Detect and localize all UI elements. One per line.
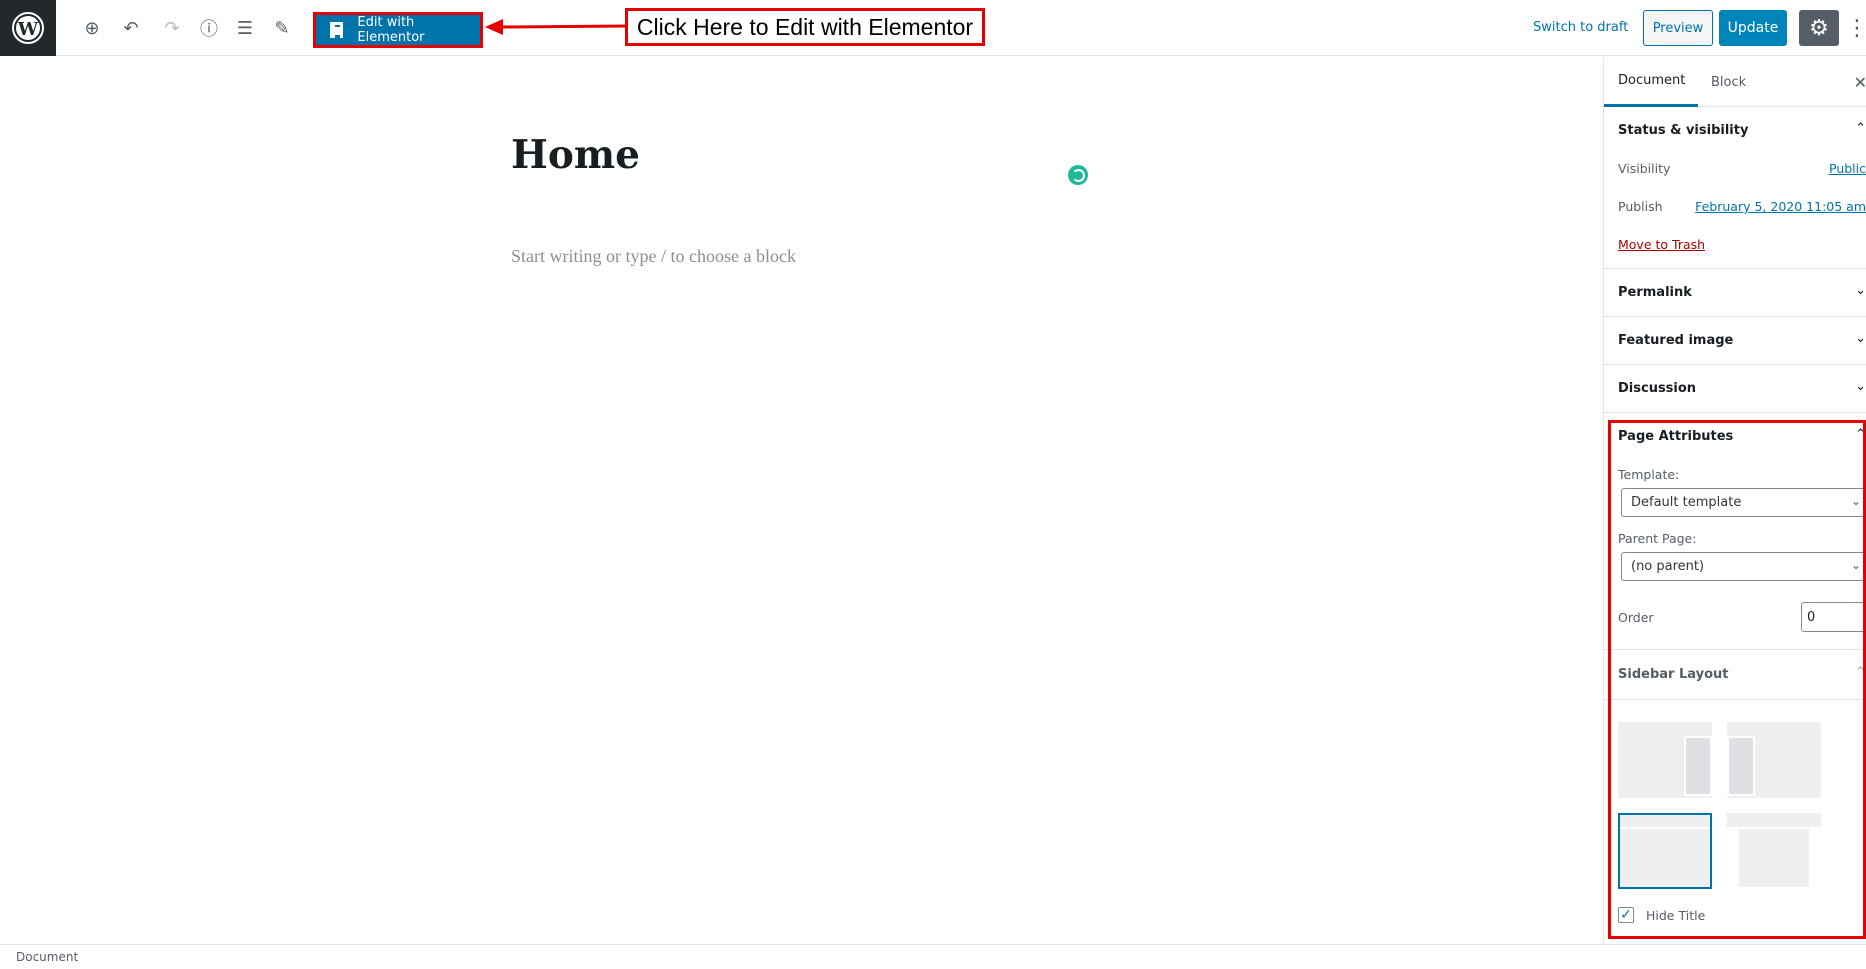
tab-document[interactable]: Document	[1604, 57, 1698, 107]
svg-text:W: W	[17, 19, 39, 40]
permalink-heading[interactable]: Permalink	[1618, 285, 1692, 300]
annotation-callout: Click Here to Edit with Elementor	[625, 8, 985, 46]
chevron-up-icon[interactable]: ⌃	[1855, 121, 1866, 136]
status-visibility-heading[interactable]: Status & visibility	[1618, 123, 1748, 138]
breadcrumb-document[interactable]: Document	[16, 950, 78, 964]
parent-page-label: Parent Page:	[1618, 531, 1697, 546]
layout-narrow-content[interactable]	[1727, 813, 1821, 889]
chevron-up-icon[interactable]: ⌃	[1855, 665, 1866, 680]
visibility-link[interactable]: Public	[1829, 161, 1866, 176]
update-button[interactable]: Update	[1719, 10, 1787, 46]
block-navigation-icon[interactable]: ☰	[231, 14, 259, 42]
wordpress-logo-icon[interactable]: W	[0, 0, 56, 56]
tab-block[interactable]: Block	[1711, 57, 1746, 107]
divider	[1604, 649, 1866, 650]
publish-label: Publish	[1618, 199, 1663, 214]
more-vertical-icon[interactable]: ⋮	[1846, 14, 1866, 42]
top-toolbar: W ⊕ ↶ ↷ ⓘ ☰ ✎ Edit with Elementor Click …	[0, 0, 1866, 56]
status-bar: Document	[0, 944, 1866, 969]
settings-sidebar: Document Block ✕ Status & visibility ⌃ V…	[1603, 57, 1866, 944]
divider	[1604, 316, 1866, 317]
parent-page-select[interactable]: (no parent) ⌄	[1621, 552, 1866, 581]
close-icon[interactable]: ✕	[1854, 57, 1866, 107]
loading-spinner-icon	[1068, 165, 1088, 185]
layout-right-sidebar[interactable]	[1618, 722, 1712, 798]
chevron-down-icon[interactable]: ⌄	[1855, 331, 1866, 346]
divider	[1604, 699, 1866, 700]
chevron-up-icon[interactable]: ⌃	[1855, 427, 1866, 442]
post-title[interactable]: Home	[511, 132, 640, 178]
divider	[1604, 412, 1866, 413]
block-placeholder[interactable]: Start writing or type / to choose a bloc…	[511, 246, 796, 267]
order-input[interactable]: 0	[1801, 602, 1866, 632]
publish-date-link[interactable]: February 5, 2020 11:05 am	[1695, 199, 1866, 214]
divider	[1604, 364, 1866, 365]
parent-page-value: (no parent)	[1631, 559, 1705, 574]
gear-icon[interactable]: ⚙	[1799, 10, 1839, 46]
chevron-down-icon: ⌄	[1850, 558, 1861, 572]
add-block-icon[interactable]: ⊕	[78, 14, 106, 42]
elementor-icon	[330, 22, 344, 39]
hide-title-label[interactable]: Hide Title	[1646, 908, 1705, 923]
visibility-label: Visibility	[1618, 161, 1671, 176]
template-value: Default template	[1631, 495, 1742, 510]
chevron-down-icon: ⌄	[1850, 494, 1861, 508]
preview-button[interactable]: Preview	[1643, 10, 1713, 46]
layout-left-sidebar[interactable]	[1727, 722, 1821, 798]
edit-with-elementor-button[interactable]: Edit with Elementor	[313, 12, 483, 48]
template-label: Template:	[1618, 467, 1680, 482]
chevron-down-icon[interactable]: ⌄	[1855, 283, 1866, 298]
annotation-arrow-icon	[485, 19, 628, 35]
move-to-trash-link[interactable]: Move to Trash	[1618, 237, 1705, 252]
edit-tools-icon[interactable]: ✎	[268, 14, 296, 42]
divider	[1604, 268, 1866, 269]
template-select[interactable]: Default template ⌄	[1621, 488, 1866, 517]
order-label: Order	[1618, 610, 1654, 625]
info-icon[interactable]: ⓘ	[195, 14, 223, 42]
chevron-down-icon[interactable]: ⌄	[1855, 379, 1866, 394]
switch-to-draft-link[interactable]: Switch to draft	[1533, 20, 1628, 35]
featured-image-heading[interactable]: Featured image	[1618, 333, 1733, 348]
layout-no-sidebar[interactable]	[1618, 813, 1712, 889]
sidebar-layout-heading[interactable]: Sidebar Layout	[1618, 667, 1729, 682]
redo-icon[interactable]: ↷	[158, 14, 186, 42]
discussion-heading[interactable]: Discussion	[1618, 381, 1696, 396]
hide-title-checkbox[interactable]: ✓	[1618, 907, 1634, 923]
undo-icon[interactable]: ↶	[117, 14, 145, 42]
edit-with-elementor-label: Edit with Elementor	[357, 15, 425, 45]
page-attributes-heading[interactable]: Page Attributes	[1618, 429, 1733, 444]
sidebar-tabs: Document Block ✕	[1604, 57, 1866, 107]
